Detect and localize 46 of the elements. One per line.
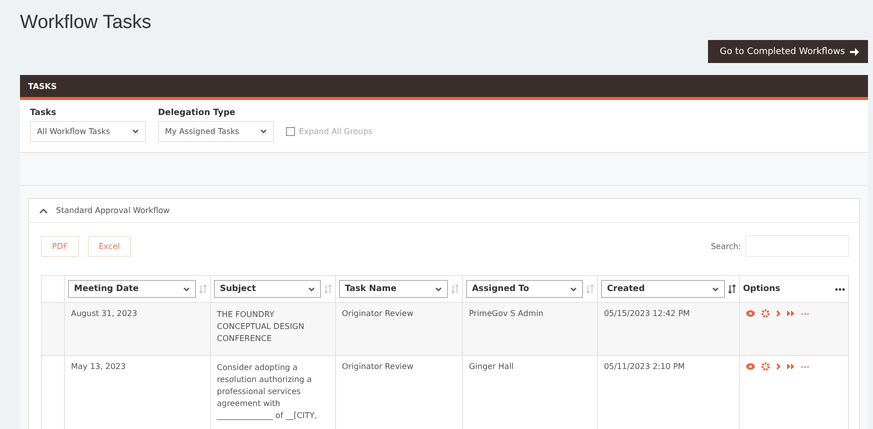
eye-icon[interactable] xyxy=(746,310,755,317)
gear-icon[interactable] xyxy=(760,362,770,371)
search-label: Search: xyxy=(710,242,741,250)
chevron-down-icon xyxy=(570,286,577,292)
filter-dropdown[interactable]: My Assigned Tasks xyxy=(158,121,274,142)
page-title: Workflow Tasks xyxy=(20,12,152,34)
sort-icon[interactable] xyxy=(728,284,736,294)
filter-dropdown[interactable]: All Workflow Tasks xyxy=(30,121,146,142)
panel-title: TASKS xyxy=(28,82,57,90)
chevron-down-icon xyxy=(308,286,315,292)
column-filter-dropdown[interactable]: Assigned To xyxy=(466,280,583,298)
column-filter-dropdown[interactable]: Created xyxy=(600,280,725,298)
filter-label: Delegation Type xyxy=(158,108,236,118)
chevron-down-icon xyxy=(712,286,719,292)
table-cell-text: Consider adopting a resolution authorizing a professional services agreement with ______________ of __[CITY, xyxy=(216,362,318,422)
column-filter-dropdown[interactable]: Task Name xyxy=(338,280,448,298)
go-to-completed-button[interactable]: Go to Completed Workflows xyxy=(708,40,868,63)
expand-label: Expand All Groups xyxy=(299,127,372,136)
gear-icon[interactable] xyxy=(760,309,770,318)
table-cell: August 31, 2023 xyxy=(71,309,138,318)
eye-icon[interactable] xyxy=(746,363,755,370)
chevron-right-icon[interactable] xyxy=(776,363,781,370)
chevron-right-icon[interactable] xyxy=(776,310,781,317)
chevron-up-icon[interactable] xyxy=(39,208,48,214)
more-icon[interactable] xyxy=(835,288,845,290)
expand-checkbox[interactable] xyxy=(286,127,295,136)
table-cell: Ginger Hall xyxy=(468,362,514,371)
table-cell: Originator Review xyxy=(342,309,414,318)
double-chevron-icon[interactable] xyxy=(786,310,795,317)
column-filter-dropdown[interactable]: Meeting Date xyxy=(68,280,196,298)
table-cell: PrimeGov S Admin xyxy=(468,309,544,318)
chevron-down-icon xyxy=(260,129,267,134)
chevron-down-icon xyxy=(182,286,190,292)
table-cell: 05/15/2023 12:42 PM xyxy=(604,309,690,318)
chevron-down-icon xyxy=(132,129,139,134)
table-cell: May 13, 2023 xyxy=(71,362,126,371)
table-cell: Originator Review xyxy=(342,362,414,371)
options-header: Options xyxy=(742,284,780,294)
column-filter-dropdown[interactable]: Subject xyxy=(214,280,321,298)
group-title[interactable]: Standard Approval Workflow xyxy=(56,206,170,215)
arrow-right-icon xyxy=(850,48,859,56)
double-chevron-icon[interactable] xyxy=(786,363,795,370)
table-cell-text: THE FOUNDRY CONCEPTUAL DESIGN CONFERENCE xyxy=(216,309,306,345)
table-cell: 05/11/2023 2:10 PM xyxy=(604,362,685,371)
chevron-down-icon xyxy=(434,286,442,292)
filter-label: Tasks xyxy=(30,108,58,118)
